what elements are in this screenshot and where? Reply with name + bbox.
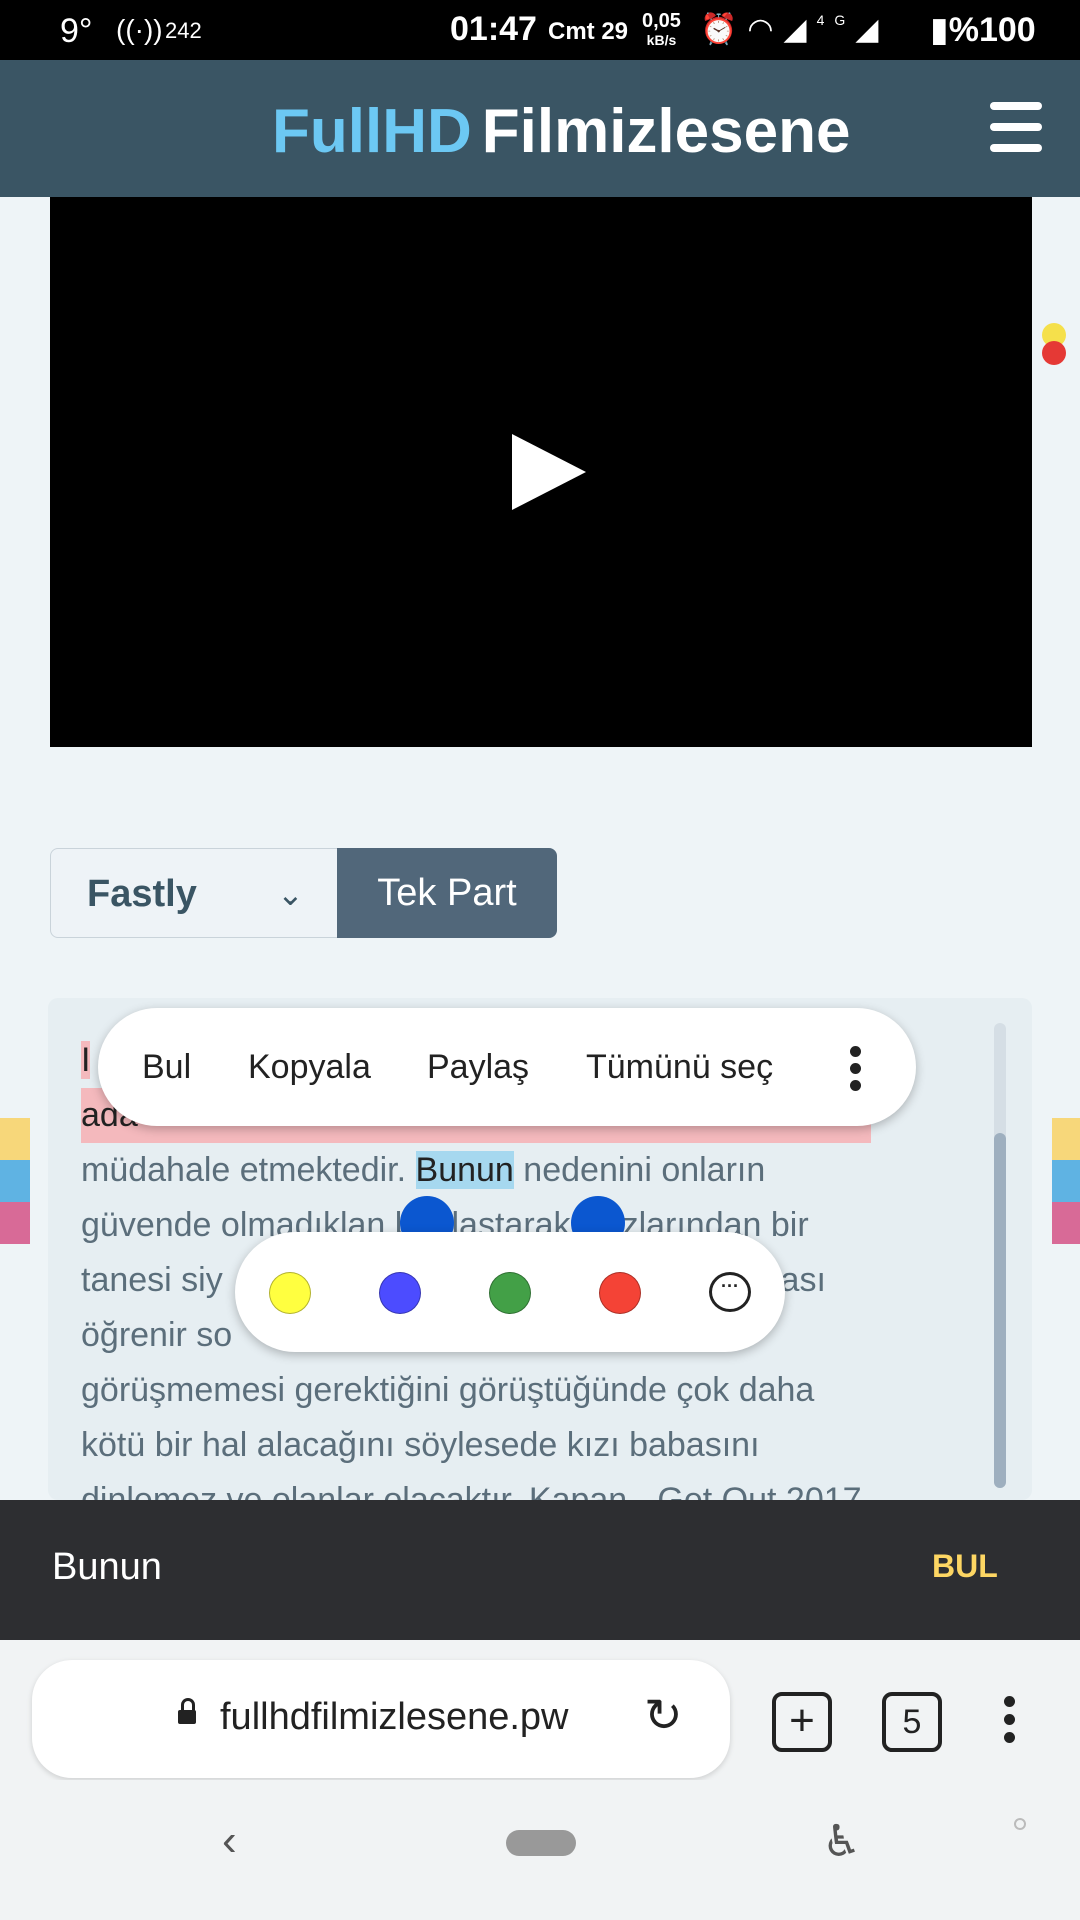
hamburger-menu-icon[interactable] [990,102,1042,152]
red-dot [1042,341,1066,365]
right-color-tab[interactable] [1052,1118,1080,1244]
red-color-swatch[interactable] [599,1272,641,1314]
tab-count: 5 [902,1703,922,1741]
reload-icon[interactable]: ↻ [644,1688,683,1742]
logo-part-2: Filmizlesene [481,97,851,166]
system-nav-bar: ‹ ♿︎ [0,1780,1080,1920]
tab-switcher-button[interactable]: 5 [882,1692,942,1752]
more-vertical-icon[interactable] [850,1046,862,1097]
logo-part-1: FullHD [272,97,472,166]
highlight-color-picker: ··· [235,1232,785,1352]
back-icon[interactable]: ‹ [222,1816,237,1866]
source-dropdown[interactable]: Fastly ⌄ [50,848,338,938]
wifi-icon: ◠ [747,13,784,46]
chevron-down-icon: ⌄ [277,876,304,912]
text-line: kötü bir hal alacağını söylesede kızı ba… [81,1426,760,1464]
site-logo[interactable]: FullHD Filmizlesene [272,96,850,167]
find-query[interactable]: Bunun [52,1546,162,1589]
clock: 01:47 [450,10,537,48]
green-color-swatch[interactable] [489,1272,531,1314]
text-selection-menu: Bul Kopyala Paylaş Tümünü seç [98,1008,916,1126]
find-bar: Bunun BUL [0,1500,1080,1640]
find-menu-item[interactable]: Bul [142,1048,191,1087]
play-icon[interactable] [512,434,586,510]
browser-toolbar: fullhdfilmizlesene.pw ↻ + 5 [0,1640,1080,1780]
cell-signal-icon: ◢ [783,13,817,46]
date: Cmt 29 [548,18,629,45]
part-button[interactable]: Tek Part [337,848,557,938]
accessibility-icon[interactable]: ♿︎ [822,1816,861,1867]
find-button[interactable]: BUL [932,1548,998,1585]
nav-indicator-dot [1014,1818,1026,1830]
temperature: 9° [60,12,93,50]
site-header: FullHD Filmizlesene [0,60,1080,197]
copy-menu-item[interactable]: Kopyala [248,1048,371,1087]
browser-more-icon[interactable] [1004,1696,1016,1750]
source-dropdown-value: Fastly [87,873,197,915]
left-color-tab[interactable] [0,1118,30,1244]
status-bar: 9° ((·)) 242 01:47 Cmt 29 0,05 kB/s ⏰◠◢4… [0,0,1080,60]
text-line: dinlemez ve olanlar olacaktır. Kapan - G… [81,1481,862,1500]
selected-text[interactable]: Bunun [415,1151,514,1189]
comment-icon[interactable]: ··· [709,1272,751,1312]
text-line: müdahale etmektedir. Bunun nedenini onla… [81,1151,766,1189]
alarm-icon: ⏰ [700,13,748,46]
network-speed: 0,05 kB/s [642,10,681,49]
select-all-menu-item[interactable]: Tümünü seç [586,1048,773,1087]
source-selector: Fastly ⌄ Tek Part [50,848,557,938]
scrollbar-thumb[interactable] [994,1133,1006,1488]
battery-icon: ▮ [930,11,949,49]
new-tab-icon[interactable]: + [772,1692,832,1752]
home-pill[interactable] [506,1830,576,1856]
text-line: görüşmemesi gerektiğini görüştüğünde çok… [81,1371,815,1409]
signal-count: 242 [165,18,202,43]
lock-icon [178,1698,196,1724]
url-text[interactable]: fullhdfilmizlesene.pw [220,1696,569,1739]
address-bar[interactable]: fullhdfilmizlesene.pw ↻ [32,1660,730,1778]
share-menu-item[interactable]: Paylaş [427,1048,529,1087]
yellow-color-swatch[interactable] [269,1272,311,1314]
network-type: 4G [816,12,856,28]
battery: ▮%100 [930,10,1036,50]
hotspot-icon: ((·)) [116,14,163,45]
battery-level: %100 [948,11,1036,49]
side-annotation-dots[interactable] [1040,323,1068,378]
part-button-label: Tek Part [377,872,517,914]
status-icons: ⏰◠◢4G◢ [700,12,888,47]
speed-value: 0,05 [642,10,681,32]
cell-signal-icon: ◢ [855,13,889,46]
blue-color-swatch[interactable] [379,1272,421,1314]
speed-unit: kB/s [646,32,677,48]
